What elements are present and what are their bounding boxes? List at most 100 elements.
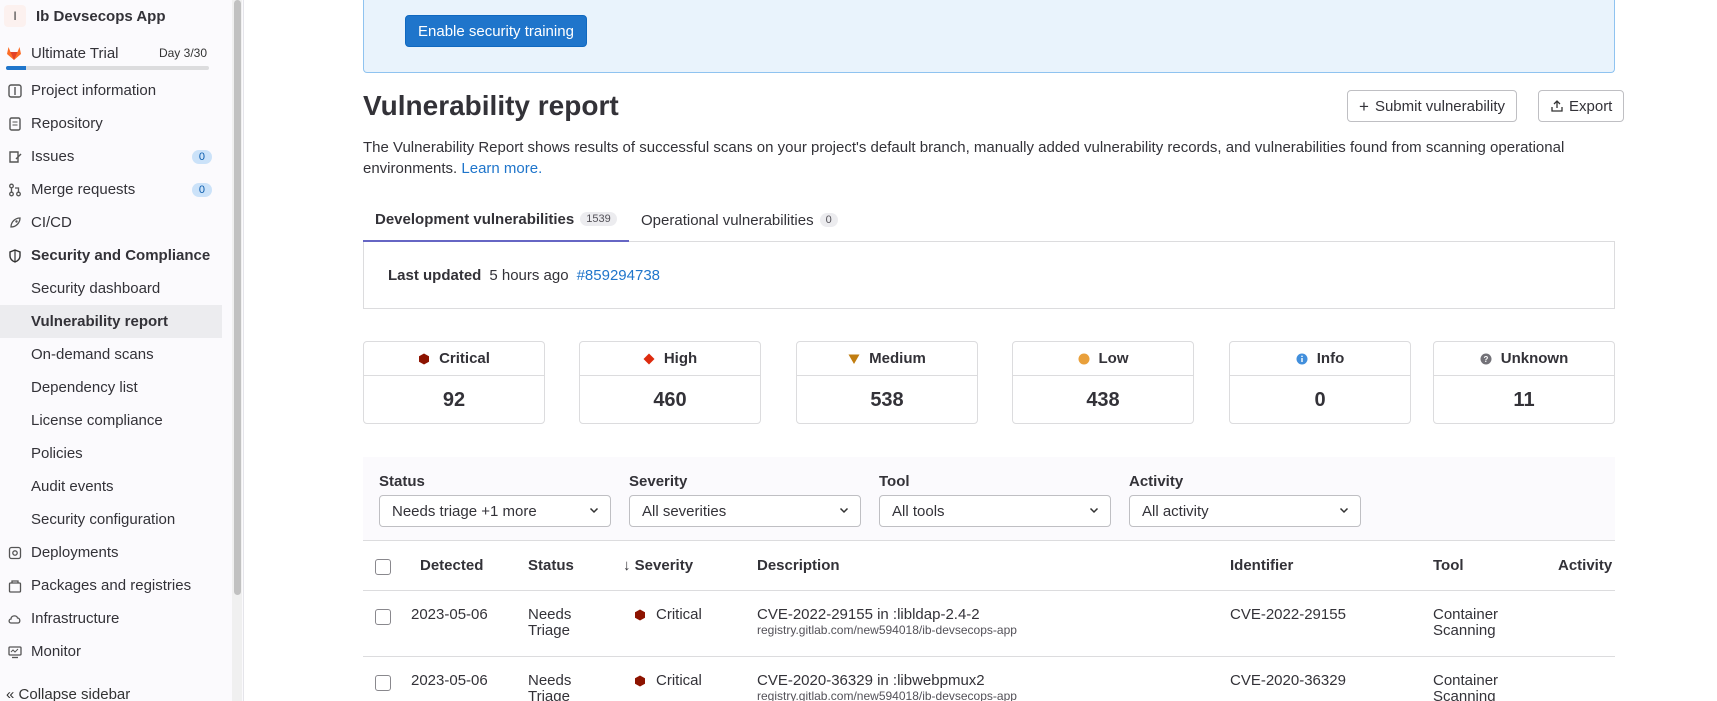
sidebar-item-label: Audit events: [31, 478, 114, 495]
severity-cards: Critical 92 High 460 Medium 538 Low 438 …: [363, 341, 1615, 425]
severity-high-icon: [643, 353, 655, 365]
plus-icon: +: [1359, 96, 1369, 116]
tab-count-badge: 0: [819, 213, 838, 227]
severity-critical-icon: [634, 675, 646, 687]
tool-select[interactable]: All tools: [879, 495, 1111, 527]
sidebar-item-on-demand-scans[interactable]: On-demand scans: [0, 338, 222, 371]
row-checkbox[interactable]: [375, 675, 391, 691]
activity-select[interactable]: All activity: [1129, 495, 1361, 527]
identifier: CVE-2022-29155: [1230, 606, 1346, 623]
sidebar-item-repository[interactable]: Repository: [0, 107, 222, 140]
severity-medium-icon: [848, 353, 860, 365]
package-icon: [7, 578, 23, 594]
tool-cell: Container Scanning: [1433, 607, 1498, 639]
sidebar-item-security-dashboard[interactable]: Security dashboard: [0, 272, 222, 305]
collapse-sidebar-label: Collapse sidebar: [18, 686, 131, 701]
pipeline-link[interactable]: #859294738: [577, 267, 660, 284]
severity-cell: Critical: [634, 672, 702, 689]
sidebar-item-label: On-demand scans: [31, 346, 154, 363]
learn-more-link[interactable]: Learn more.: [461, 160, 542, 177]
last-updated-label: Last updated: [388, 266, 482, 284]
status-select[interactable]: Needs triage +1 more: [379, 495, 611, 527]
sidebar-item-label: Packages and registries: [31, 577, 192, 594]
severity-card-label: Critical: [439, 350, 490, 367]
sidebar-item-merge-requests[interactable]: Merge requests 0: [0, 173, 222, 206]
tool-line-1: Container: [1433, 606, 1499, 623]
status-filter: Status Needs triage +1 more: [379, 473, 611, 527]
sidebar-item-project-information[interactable]: Project information: [0, 74, 222, 107]
table-row[interactable]: 2023-05-06 Needs Triage Critical CVE-2020…: [363, 657, 1615, 701]
sidebar-item-security-and-compliance[interactable]: Security and Compliance: [0, 239, 222, 272]
column-tool[interactable]: Tool: [1433, 557, 1464, 574]
tool-line-2: Scanning: [1433, 688, 1496, 701]
severity-select[interactable]: All severities: [629, 495, 861, 527]
severity-card-low: Low 438: [1012, 341, 1194, 424]
column-detected[interactable]: Detected: [420, 557, 483, 574]
severity-card-value: 460: [653, 388, 687, 411]
sidebar-item-label: Security configuration: [31, 511, 176, 528]
sidebar-item-license-compliance[interactable]: License compliance: [0, 404, 222, 437]
security-training-banner: Enable security training: [363, 0, 1615, 73]
row-checkbox[interactable]: [375, 609, 391, 625]
chevron-down-icon: [1088, 503, 1100, 520]
column-status[interactable]: Status: [528, 557, 574, 574]
sidebar-item-vulnerability-report[interactable]: Vulnerability report: [0, 305, 222, 338]
column-identifier: Identifier: [1230, 557, 1294, 574]
project-header[interactable]: I Ib Devsecops App: [0, 0, 243, 32]
sidebar-item-dependency-list[interactable]: Dependency list: [0, 371, 222, 404]
gitlab-tanuki-icon: [7, 47, 21, 60]
merge-request-icon: [7, 182, 23, 198]
export-label: Export: [1569, 97, 1613, 115]
chevron-down-icon: [588, 503, 600, 520]
sidebar-item-infrastructure[interactable]: Infrastructure: [0, 602, 222, 635]
trial-status[interactable]: Ultimate Trial Day 3/30: [0, 32, 243, 64]
deployments-icon: [7, 545, 23, 561]
issues-count-badge: 0: [191, 149, 212, 164]
sidebar-item-issues[interactable]: Issues 0: [0, 140, 222, 173]
sidebar-item-label: License compliance: [31, 412, 163, 429]
vulnerability-title-link[interactable]: CVE-2020-36329 in :libwebpmux2: [757, 672, 1017, 689]
project-avatar: I: [4, 5, 26, 27]
sidebar-item-monitor[interactable]: Monitor: [0, 635, 222, 668]
tab-development-vulnerabilities[interactable]: Development vulnerabilities 1539: [363, 198, 629, 242]
sidebar-item-policies[interactable]: Policies: [0, 437, 222, 470]
export-button[interactable]: Export: [1538, 90, 1625, 122]
sidebar-nav: Project information Repository Issues 0 …: [0, 74, 243, 668]
column-severity[interactable]: ↓ Severity: [623, 557, 693, 574]
sidebar-item-label: Issues: [31, 148, 75, 165]
severity-low-icon: [1078, 353, 1090, 365]
collapse-sidebar-button[interactable]: « Collapse sidebar: [6, 686, 130, 701]
sidebar-scrollbar-thumb[interactable]: [234, 0, 241, 595]
severity-card-unknown: ? Unknown 11: [1433, 341, 1615, 424]
table-row[interactable]: 2023-05-06 Needs Triage Critical CVE-2022…: [363, 591, 1615, 657]
severity-cell: Critical: [634, 606, 702, 623]
select-value: Needs triage +1 more: [392, 502, 537, 520]
cloud-gear-icon: [7, 611, 23, 627]
severity-critical-icon: [418, 353, 430, 365]
vulnerability-title-link[interactable]: CVE-2022-29155 in :libldap-2.4-2: [757, 606, 1017, 623]
identifier: CVE-2020-36329: [1230, 672, 1346, 689]
severity-critical-icon: [634, 609, 646, 621]
sidebar-item-label: Security and Compliance: [31, 247, 211, 264]
severity-card-value: 92: [442, 388, 466, 411]
sidebar-item-label: Dependency list: [31, 379, 138, 396]
select-all-checkbox[interactable]: [375, 559, 391, 575]
sidebar-item-label: Monitor: [31, 643, 82, 660]
severity-label: Critical: [656, 606, 702, 623]
enable-security-training-button[interactable]: Enable security training: [405, 15, 587, 47]
submit-vulnerability-button[interactable]: + Submit vulnerability: [1347, 90, 1517, 122]
sidebar-item-label: Project information: [31, 82, 157, 99]
table-header: Detected Status ↓ Severity Description I…: [363, 540, 1615, 591]
vulnerability-tabs: Development vulnerabilities 1539 Operati…: [363, 198, 1615, 242]
sidebar-item-ci-cd[interactable]: CI/CD: [0, 206, 222, 239]
chevron-down-icon: [1338, 503, 1350, 520]
sidebar-item-security-configuration[interactable]: Security configuration: [0, 503, 222, 536]
sidebar-item-deployments[interactable]: Deployments: [0, 536, 222, 569]
sidebar-item-label: Infrastructure: [31, 610, 120, 627]
trial-progress-fill: [6, 66, 27, 70]
tab-operational-vulnerabilities[interactable]: Operational vulnerabilities 0: [629, 198, 850, 242]
severity-filter: Severity All severities: [629, 473, 861, 527]
sidebar-item-audit-events[interactable]: Audit events: [0, 470, 222, 503]
sidebar-item-packages-and-registries[interactable]: Packages and registries: [0, 569, 222, 602]
tool-cell: Container Scanning: [1433, 673, 1498, 701]
